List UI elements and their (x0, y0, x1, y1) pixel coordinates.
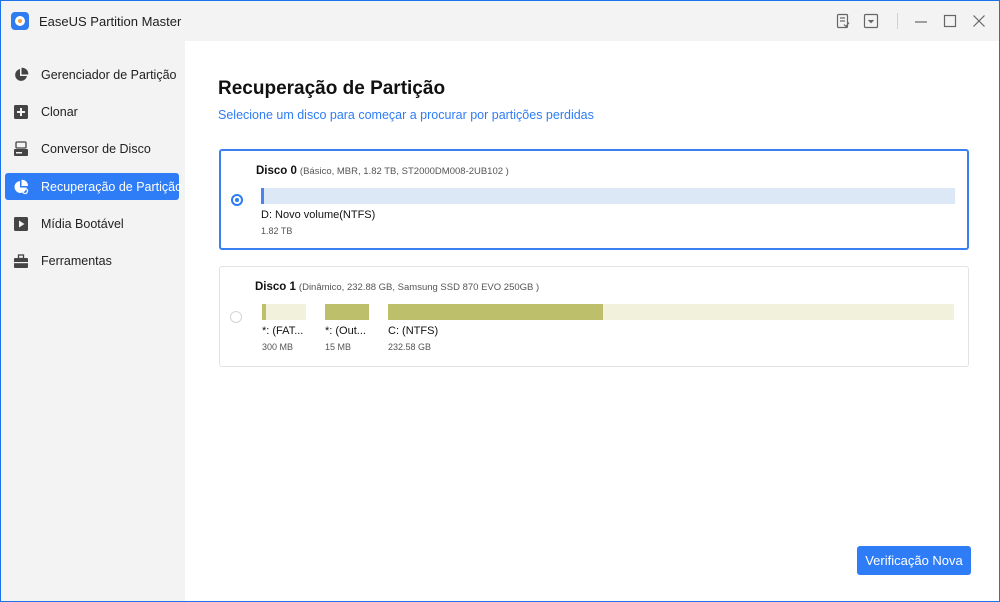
partition-name: C: (NTFS) (388, 325, 439, 337)
sidebar-item-label: Gerenciador de Partição (41, 67, 177, 82)
partition-name: D: Novo volume(NTFS) (261, 209, 376, 221)
main-content: Recuperação de Partição Selecione um dis… (185, 41, 999, 601)
partition-c[interactable]: C: (NTFS) 232.58 GB (388, 304, 954, 354)
partition-name: *: (Out... (325, 325, 366, 337)
sidebar-item-label: Mídia Bootável (41, 216, 124, 231)
partition-fat[interactable]: *: (FAT... 300 MB (262, 304, 306, 354)
dropdown-menu-icon[interactable] (863, 13, 879, 29)
sidebar-item-clone[interactable]: Clonar (5, 98, 179, 125)
disk-info: (Básico, MBR, 1.82 TB, ST2000DM008-2UB10… (299, 166, 509, 177)
sidebar-item-partition-recovery[interactable]: Recuperação de Partição (5, 173, 183, 200)
title-bar-divider (897, 13, 898, 29)
bootable-media-icon (13, 216, 29, 232)
partition-recovery-icon (13, 179, 29, 195)
new-scan-button[interactable]: Verificação Nova (857, 546, 971, 575)
minimize-icon[interactable] (913, 13, 929, 29)
disk-card-disk-0[interactable]: Disco 0 (Básico, MBR, 1.82 TB, ST2000DM00… (219, 149, 969, 250)
disk-card-disk-1[interactable]: Disco 1 (Dinâmico, 232.88 GB, Samsung SSD… (219, 266, 969, 367)
sidebar-item-label: Ferramentas (41, 253, 112, 268)
app-window: EaseUS Partition Master Gerenciador de P… (0, 0, 1000, 602)
sidebar-item-bootable-media[interactable]: Mídia Bootável (5, 210, 179, 237)
pie-chart-icon (13, 67, 29, 83)
clone-icon (13, 104, 29, 120)
sidebar-item-label: Recuperação de Partição (41, 179, 183, 194)
partition-usage-fill (388, 304, 603, 320)
sidebar-item-tools[interactable]: Ferramentas (5, 247, 179, 274)
partition-name: *: (FAT... (262, 325, 304, 337)
partition-d[interactable]: D: Novo volume(NTFS) 1.82 TB (261, 188, 955, 238)
sidebar-item-label: Conversor de Disco (41, 141, 151, 156)
toolbox-icon (13, 253, 29, 269)
partition-size: 232.58 GB (388, 342, 432, 352)
partition-size: 300 MB (262, 342, 294, 352)
app-title: EaseUS Partition Master (39, 14, 182, 29)
disk-converter-icon (13, 140, 29, 157)
feedback-icon[interactable] (835, 13, 851, 29)
page-subtitle: Selecione um disco para começar a procur… (218, 108, 594, 122)
partition-size: 1.82 TB (261, 226, 293, 236)
sidebar-item-label: Clonar (41, 104, 78, 119)
maximize-icon[interactable] (942, 13, 958, 29)
disk-1-header: Disco 1 (Dinâmico, 232.88 GB, Samsung SSD… (255, 281, 539, 293)
sidebar: Gerenciador de Partição Clonar Conversor… (1, 41, 185, 601)
disk-name: Disco 1 (255, 281, 296, 293)
sidebar-item-disk-converter[interactable]: Conversor de Disco (5, 135, 179, 162)
disk-name: Disco 0 (256, 165, 297, 177)
partition-usage-bar (261, 188, 955, 204)
sidebar-item-partition-manager[interactable]: Gerenciador de Partição (5, 61, 179, 88)
page-title: Recuperação de Partição (218, 78, 446, 99)
app-logo-icon (11, 12, 29, 30)
disk-0-header: Disco 0 (Básico, MBR, 1.82 TB, ST2000DM00… (256, 165, 509, 177)
disk-1-radio[interactable] (230, 311, 242, 323)
partition-usage-fill (262, 304, 266, 320)
disk-0-radio[interactable] (231, 194, 243, 206)
close-icon[interactable] (971, 13, 987, 29)
partition-usage-bar (388, 304, 954, 320)
partition-usage-bar (325, 304, 369, 320)
partition-usage-fill (325, 304, 369, 320)
partition-size: 15 MB (325, 342, 352, 352)
partition-usage-bar (262, 304, 306, 320)
disk-info: (Dinâmico, 232.88 GB, Samsung SSD 870 EV… (298, 282, 540, 293)
partition-usage-fill (261, 188, 264, 204)
partition-other[interactable]: *: (Out... 15 MB (325, 304, 369, 354)
title-bar: EaseUS Partition Master (1, 1, 999, 41)
